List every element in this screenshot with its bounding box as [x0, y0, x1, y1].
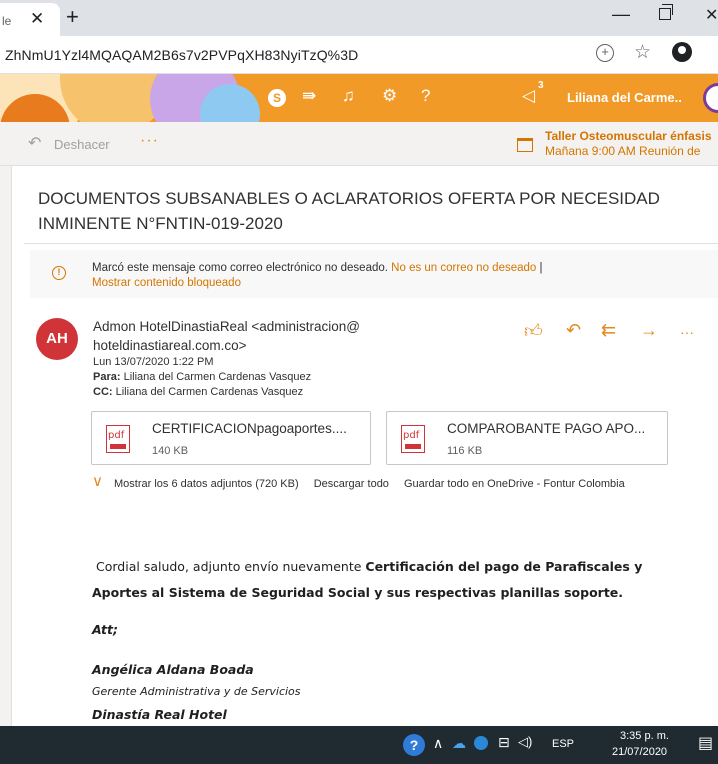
help-icon[interactable]: ?	[421, 86, 430, 106]
user-avatar[interactable]	[703, 83, 718, 113]
show-blocked-content-link[interactable]: Mostrar contenido bloqueado	[92, 277, 241, 289]
more-commands-button[interactable]: ···	[140, 132, 159, 150]
user-name[interactable]: Liliana del Carme..	[567, 90, 682, 105]
reply-icon[interactable]: ↶	[566, 320, 581, 341]
message-subject: DOCUMENTOS SUBSANABLES O ACLARATORIOS OF…	[38, 189, 660, 233]
attachment-card[interactable]: pdf COMPAROBANTE PAGO APO... 116 KB	[386, 411, 668, 465]
cc-line: CC: Liliana del Carmen Cardenas Vasquez	[93, 386, 303, 398]
attachment-name: CERTIFICACIONpagoaportes....	[152, 421, 347, 436]
attachment-links: Mostrar los 6 datos adjuntos (720 KB) De…	[92, 478, 625, 490]
upcoming-event-title[interactable]: Taller Osteomuscular énfasis	[545, 129, 712, 143]
bookmark-star-icon[interactable]: ☆	[634, 41, 651, 64]
pdf-icon: pdf	[106, 425, 130, 453]
taskbar: ? ∧ ☁ ⊟ ◁) ESP 3:35 p. m. 21/07/2020 ▤	[0, 726, 718, 764]
junk-notice-text: Marcó este mensaje como correo electróni…	[92, 262, 388, 274]
like-icon[interactable]: 👍︎	[524, 320, 543, 342]
info-icon: !	[52, 266, 66, 280]
help-icon[interactable]: ?	[403, 734, 425, 756]
zoom-icon[interactable]: +	[596, 44, 614, 62]
profile-icon[interactable]	[672, 42, 692, 62]
outlook-header: S ⇛ ♫ ⚙ ? ◁ 3 Liliana del Carme..	[0, 74, 718, 122]
minimize-icon[interactable]: —	[612, 4, 630, 25]
language-indicator[interactable]: ESP	[552, 738, 574, 750]
tab-close-icon[interactable]: ✕	[30, 9, 44, 29]
gear-icon[interactable]: ⚙	[382, 86, 397, 106]
notifications-icon[interactable]: ▤	[698, 733, 713, 753]
junk-separator: |	[539, 262, 543, 274]
onedrive-icon[interactable]: ☁	[452, 735, 466, 752]
attachment-card[interactable]: pdf CERTIFICACIONpagoaportes.... 140 KB	[91, 411, 371, 465]
restore-icon[interactable]	[659, 4, 673, 20]
megaphone-icon[interactable]: ◁	[522, 86, 535, 106]
undo-button[interactable]: Deshacer	[54, 137, 110, 152]
cc-recipient[interactable]: Liliana del Carmen Cardenas Vasquez	[116, 386, 304, 398]
body-bold-part2: Aportes al Sistema de Seguridad Social y…	[92, 585, 624, 600]
chevron-up-icon[interactable]: ∧	[433, 735, 443, 752]
reply-all-icon[interactable]: ⇇	[601, 320, 616, 341]
address-bar: ZhNmU1Yzl4MQAQAM2B6s7v2PVPqXH83NyiTzQ%3D…	[0, 36, 718, 74]
signer-name: Angélica Aldana Boada	[92, 662, 254, 677]
to-label: Para:	[93, 371, 121, 383]
forward-icon[interactable]: →	[640, 320, 658, 341]
message-date: Lun 13/07/2020 1:22 PM	[93, 356, 214, 368]
junk-banner: ! Marcó este mensaje como correo electró…	[30, 250, 718, 298]
network-icon[interactable]: ⊟	[498, 734, 510, 751]
sender-name[interactable]: Admon HotelDinastiaReal <administracion@…	[93, 317, 413, 355]
volume-icon[interactable]: ◁)	[518, 734, 532, 750]
app-tray-icon[interactable]	[474, 736, 488, 750]
tab-title: le	[2, 14, 12, 28]
company-name: Dinastía Real Hotel	[92, 707, 227, 722]
clock-time[interactable]: 3:35 p. m.	[620, 730, 669, 742]
close-window-icon[interactable]: ✕	[705, 5, 718, 25]
attachment-name: COMPAROBANTE PAGO APO...	[447, 421, 646, 436]
not-junk-link[interactable]: No es un correo no deseado	[391, 262, 536, 274]
cc-label: CC:	[93, 386, 113, 398]
skype-icon[interactable]: S	[268, 89, 286, 107]
attachment-size: 140 KB	[152, 445, 189, 457]
calendar-icon	[517, 138, 533, 152]
undo-icon[interactable]: ↶	[28, 133, 41, 153]
sender-avatar[interactable]: AH	[36, 318, 78, 360]
body-att: Att;	[92, 622, 118, 637]
more-actions-button[interactable]: ···	[680, 324, 694, 340]
left-rail	[0, 166, 12, 726]
teams-icon[interactable]: ⇛	[302, 86, 316, 106]
body-paragraph: Cordial saludo, adjunto envío nuevamente…	[92, 554, 692, 606]
download-all-link[interactable]: Descargar todo	[314, 478, 389, 490]
clock-date[interactable]: 21/07/2020	[612, 746, 667, 758]
bell-icon[interactable]: ♫	[342, 86, 355, 106]
attachment-size: 116 KB	[447, 445, 483, 457]
save-onedrive-link[interactable]: Guardar todo en OneDrive - Fontur Colomb…	[404, 478, 625, 490]
body-greeting: Cordial saludo, adjunto envío nuevamente	[96, 559, 362, 574]
url-field[interactable]: ZhNmU1Yzl4MQAQAM2B6s7v2PVPqXH83NyiTzQ%3D	[5, 47, 358, 63]
new-tab-icon[interactable]: +	[66, 4, 79, 30]
notification-count: 3	[538, 80, 544, 91]
to-line: Para: Liliana del Carmen Cardenas Vasque…	[93, 371, 311, 383]
body-bold-part1: Certificación del pago de Parafiscales y	[365, 559, 643, 574]
browser-tab-strip: le ✕ + — ✕	[0, 0, 718, 36]
browser-tab[interactable]: le ✕	[0, 3, 60, 36]
show-all-attachments-link[interactable]: Mostrar los 6 datos adjuntos (720 KB)	[114, 478, 299, 490]
to-recipient[interactable]: Liliana del Carmen Cardenas Vasquez	[124, 371, 312, 383]
command-bar: ↶ Deshacer ··· Taller Osteomuscular énfa…	[0, 122, 718, 166]
junk-notice: Marcó este mensaje como correo electróni…	[92, 261, 652, 291]
signer-title: Gerente Administrativa y de Servicios	[92, 685, 301, 698]
divider	[24, 243, 718, 244]
pdf-icon: pdf	[401, 425, 425, 453]
upcoming-event-time[interactable]: Mañana 9:00 AM Reunión de	[545, 144, 700, 158]
